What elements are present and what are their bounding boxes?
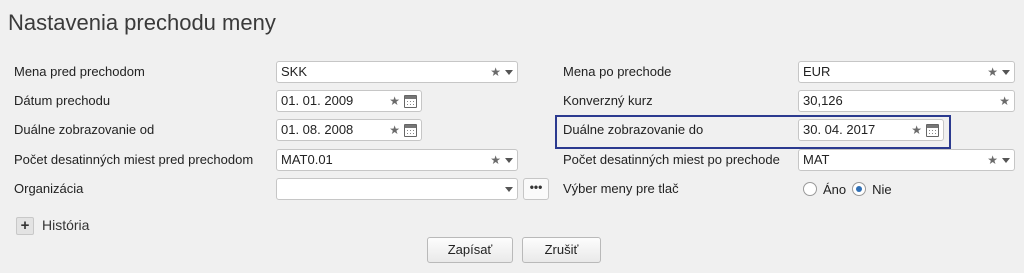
- star-icon[interactable]: ★: [389, 91, 400, 111]
- decimals-before-select[interactable]: MAT0.01 ★: [276, 149, 518, 171]
- decimals-before-value: MAT0.01: [281, 152, 333, 167]
- calendar-icon[interactable]: [404, 94, 417, 108]
- star-icon[interactable]: ★: [999, 91, 1010, 111]
- history-expand-icon[interactable]: +: [16, 217, 34, 235]
- conversion-rate-value: 30,126: [803, 93, 843, 108]
- currency-after-value: EUR: [803, 64, 831, 79]
- chevron-down-icon[interactable]: [505, 187, 513, 192]
- page-title: Nastavenia prechodu meny: [8, 10, 276, 35]
- star-icon[interactable]: ★: [490, 150, 501, 170]
- radio-ano-label[interactable]: Áno: [823, 182, 846, 197]
- transition-date-field[interactable]: 01. 01. 2009 ★: [276, 90, 422, 112]
- dual-display-from-label: Duálne zobrazovanie od: [14, 122, 155, 137]
- transition-date-value: 01. 01. 2009: [281, 93, 354, 108]
- radio-nie[interactable]: [852, 182, 867, 196]
- conversion-rate-label: Konverzný kurz: [563, 93, 653, 108]
- star-icon[interactable]: ★: [987, 62, 998, 82]
- dual-display-to-field[interactable]: 30. 04. 2017 ★: [798, 119, 944, 141]
- chevron-down-icon[interactable]: [505, 158, 513, 163]
- print-currency-radio-group: Áno Nie: [803, 179, 892, 199]
- chevron-down-icon[interactable]: [505, 70, 513, 75]
- currency-after-select[interactable]: EUR ★: [798, 61, 1015, 83]
- currency-before-label: Mena pred prechodom: [14, 64, 145, 79]
- calendar-icon[interactable]: [926, 123, 939, 137]
- currency-before-value: SKK: [281, 64, 308, 79]
- currency-before-select[interactable]: SKK ★: [276, 61, 518, 83]
- conversion-rate-field[interactable]: 30,126 ★: [798, 90, 1015, 112]
- chevron-down-icon[interactable]: [1002, 158, 1010, 163]
- save-button[interactable]: Zapísať: [427, 237, 513, 263]
- decimals-after-label: Počet desatinných miest po prechode: [563, 152, 780, 167]
- organization-label: Organizácia: [14, 181, 84, 196]
- organization-more-button[interactable]: •••: [523, 178, 549, 200]
- star-icon[interactable]: ★: [911, 120, 922, 140]
- radio-nie-label[interactable]: Nie: [872, 182, 892, 197]
- decimals-before-label: Počet desatinných miest pred prechodom: [14, 152, 254, 167]
- chevron-down-icon[interactable]: [1002, 70, 1010, 75]
- star-icon[interactable]: ★: [389, 120, 400, 140]
- history-toggle[interactable]: História: [42, 215, 89, 235]
- print-currency-label: Výber meny pre tlač: [563, 181, 679, 196]
- dual-display-from-field[interactable]: 01. 08. 2008 ★: [276, 119, 422, 141]
- radio-ano[interactable]: [803, 182, 817, 196]
- dual-display-from-value: 01. 08. 2008: [281, 122, 354, 137]
- dual-display-to-label: Duálne zobrazovanie do: [563, 122, 704, 137]
- decimals-after-value: MAT: [803, 152, 830, 167]
- currency-after-label: Mena po prechode: [563, 64, 672, 79]
- star-icon[interactable]: ★: [490, 62, 501, 82]
- star-icon[interactable]: ★: [987, 150, 998, 170]
- cancel-button[interactable]: Zrušiť: [522, 237, 601, 263]
- transition-date-label: Dátum prechodu: [14, 93, 111, 108]
- calendar-icon[interactable]: [404, 123, 417, 137]
- organization-select[interactable]: [276, 178, 518, 200]
- dual-display-to-value: 30. 04. 2017: [803, 122, 876, 137]
- decimals-after-select[interactable]: MAT ★: [798, 149, 1015, 171]
